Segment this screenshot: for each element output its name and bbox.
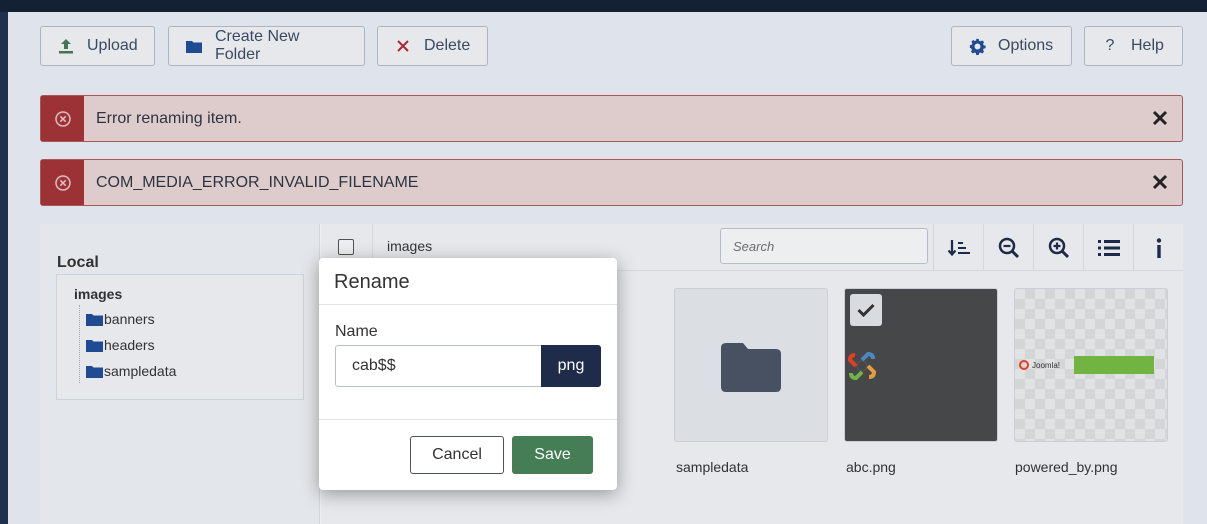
name-label: Name <box>335 323 378 340</box>
rename-modal: Rename Name cab$$ png Cancel Save <box>319 258 617 490</box>
name-input[interactable]: cab$$ <box>335 345 542 387</box>
save-button[interactable]: Save <box>512 436 593 474</box>
extension-addon: png <box>541 345 601 387</box>
modal-divider <box>319 419 617 420</box>
cancel-button[interactable]: Cancel <box>410 436 504 474</box>
modal-divider <box>319 304 617 305</box>
modal-title: Rename <box>334 271 410 293</box>
